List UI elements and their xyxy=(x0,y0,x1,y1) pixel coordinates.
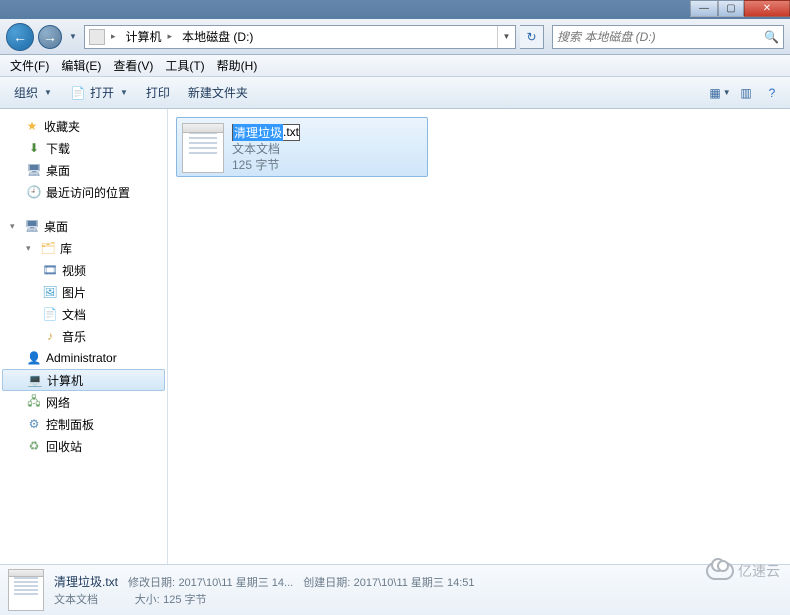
library-icon: 🗂 xyxy=(40,240,56,256)
menu-file[interactable]: 文件(F) xyxy=(4,55,55,76)
document-icon: 📄 xyxy=(42,306,58,322)
details-file-type: 文本文档 xyxy=(54,594,98,606)
sidebar-item-music[interactable]: ♪音乐 xyxy=(0,325,167,347)
watermark: 亿速云 xyxy=(706,561,780,581)
picture-icon: 🖼 xyxy=(42,284,58,300)
sidebar-item-pictures[interactable]: 🖼图片 xyxy=(0,281,167,303)
notepad-icon: 📄 xyxy=(70,85,86,101)
forward-button[interactable]: → xyxy=(38,25,62,49)
desktop-icon: 🖥 xyxy=(26,162,42,178)
details-modified-label: 修改日期: xyxy=(128,577,175,589)
preview-pane-button[interactable]: ▥ xyxy=(734,82,758,104)
computer-icon: 💻 xyxy=(27,372,43,388)
details-pane: 清理垃圾.txt 修改日期: 2017\10\11 星期三 14... 创建日期… xyxy=(0,564,790,615)
watermark-text: 亿速云 xyxy=(738,561,780,581)
nav-history-dropdown[interactable]: ▼ xyxy=(66,27,80,47)
sidebar-item-desktop[interactable]: 🖥桌面 xyxy=(0,159,167,181)
drive-icon xyxy=(89,29,105,45)
command-toolbar: 组织▼ 📄打开▼ 打印 新建文件夹 ▦▼ ▥ ? xyxy=(0,77,790,109)
minimize-button[interactable]: — xyxy=(690,0,718,17)
maximize-button[interactable]: ▢ xyxy=(718,0,744,17)
details-size-value: 125 字节 xyxy=(163,594,206,606)
desktop-icon: 🖥 xyxy=(24,218,40,234)
menu-edit[interactable]: 编辑(E) xyxy=(55,55,107,76)
address-dropdown[interactable]: ▼ xyxy=(497,26,515,48)
search-icon[interactable]: 🔍 xyxy=(764,30,779,44)
refresh-button[interactable]: ↻ xyxy=(520,25,544,49)
search-box[interactable]: 🔍 xyxy=(552,25,784,49)
main-area: ★收藏夹 ⬇下载 🖥桌面 🕘最近访问的位置 ▾🖥桌面 ▾🗂库 🎞视频 🖼图片 📄… xyxy=(0,109,790,564)
sidebar-item-computer[interactable]: 💻计算机 xyxy=(2,369,165,391)
address-bar[interactable]: ▸ 计算机▸ 本地磁盘 (D:) ▼ xyxy=(84,25,516,49)
newfolder-button[interactable]: 新建文件夹 xyxy=(180,80,256,105)
sidebar-item-libraries[interactable]: ▾🗂库 xyxy=(0,237,167,259)
textfile-icon xyxy=(182,123,224,173)
sidebar-item-videos[interactable]: 🎞视频 xyxy=(0,259,167,281)
menu-bar: 文件(F) 编辑(E) 查看(V) 工具(T) 帮助(H) xyxy=(0,55,790,77)
sidebar-item-administrator[interactable]: 👤Administrator xyxy=(0,347,167,369)
file-list[interactable]: 清理垃圾.txt 文本文档 125 字节 xyxy=(168,109,790,564)
search-input[interactable] xyxy=(557,30,760,44)
organize-button[interactable]: 组织▼ xyxy=(6,80,60,105)
sidebar-item-recyclebin[interactable]: ♻回收站 xyxy=(0,435,167,457)
menu-view[interactable]: 查看(V) xyxy=(107,55,159,76)
star-icon: ★ xyxy=(24,118,40,134)
controlpanel-icon: ⚙ xyxy=(26,416,42,432)
sidebar-item-recent[interactable]: 🕘最近访问的位置 xyxy=(0,181,167,203)
details-file-name: 清理垃圾.txt xyxy=(54,575,118,589)
menu-help[interactable]: 帮助(H) xyxy=(211,55,264,76)
user-icon: 👤 xyxy=(26,350,42,366)
sidebar-item-controlpanel[interactable]: ⚙控制面板 xyxy=(0,413,167,435)
breadcrumb-drive-d[interactable]: 本地磁盘 (D:) xyxy=(178,26,257,48)
sidebar-desktop-root[interactable]: ▾🖥桌面 xyxy=(0,215,167,237)
details-created-value: 2017\10\11 星期三 14:51 xyxy=(354,577,475,589)
network-icon: 🖧 xyxy=(26,394,42,410)
help-button[interactable]: ? xyxy=(760,82,784,104)
window-buttons: — ▢ ✕ xyxy=(690,0,790,17)
sidebar-item-network[interactable]: 🖧网络 xyxy=(0,391,167,413)
file-rename-input[interactable]: 清理垃圾.txt xyxy=(232,124,300,141)
music-icon: ♪ xyxy=(42,328,58,344)
sidebar-item-documents[interactable]: 📄文档 xyxy=(0,303,167,325)
file-info: 清理垃圾.txt 文本文档 125 字节 xyxy=(232,123,422,171)
file-rename-row: 清理垃圾.txt xyxy=(232,123,422,141)
file-item-selected[interactable]: 清理垃圾.txt 文本文档 125 字节 xyxy=(176,117,428,177)
file-type-label: 文本文档 xyxy=(232,141,422,157)
close-button[interactable]: ✕ xyxy=(744,0,790,17)
print-button[interactable]: 打印 xyxy=(138,80,178,105)
navigation-bar: ← → ▼ ▸ 计算机▸ 本地磁盘 (D:) ▼ ↻ 🔍 xyxy=(0,19,790,55)
details-modified-value: 2017\10\11 星期三 14... xyxy=(178,577,293,589)
details-created-label: 创建日期: xyxy=(303,577,350,589)
details-file-icon xyxy=(8,569,44,611)
navigation-sidebar[interactable]: ★收藏夹 ⬇下载 🖥桌面 🕘最近访问的位置 ▾🖥桌面 ▾🗂库 🎞视频 🖼图片 📄… xyxy=(0,109,168,564)
details-size-label: 大小: xyxy=(135,594,160,606)
open-button[interactable]: 📄打开▼ xyxy=(62,80,136,105)
recyclebin-icon: ♻ xyxy=(26,438,42,454)
download-icon: ⬇ xyxy=(26,140,42,156)
menu-tools[interactable]: 工具(T) xyxy=(159,55,210,76)
breadcrumb-computer[interactable]: 计算机▸ xyxy=(122,26,179,48)
view-options-button[interactable]: ▦▼ xyxy=(708,82,732,104)
file-size-label: 125 字节 xyxy=(232,157,422,173)
sidebar-favorites[interactable]: ★收藏夹 xyxy=(0,115,167,137)
cloud-icon xyxy=(706,562,734,580)
video-icon: 🎞 xyxy=(42,262,58,278)
sidebar-item-downloads[interactable]: ⬇下载 xyxy=(0,137,167,159)
window-titlebar: — ▢ ✕ xyxy=(0,0,790,19)
back-button[interactable]: ← xyxy=(6,23,34,51)
recent-icon: 🕘 xyxy=(26,184,42,200)
